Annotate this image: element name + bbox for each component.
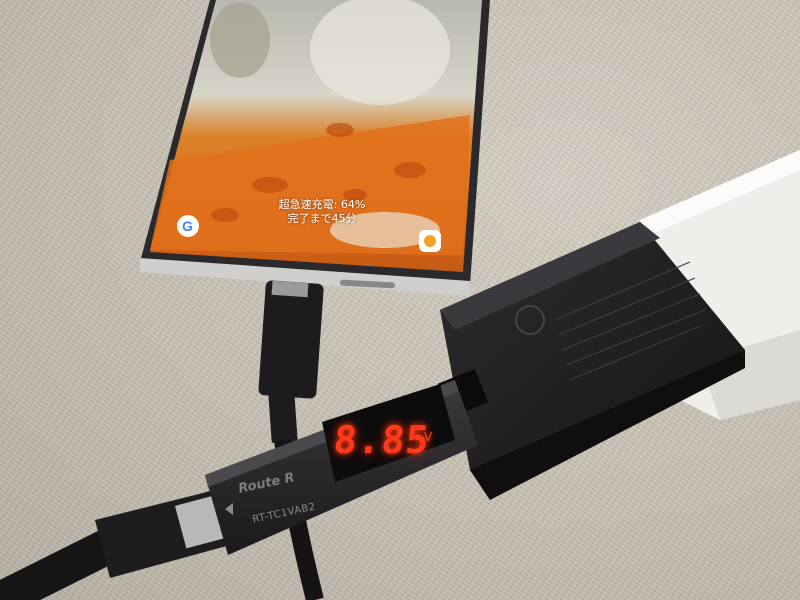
charging-remaining-label: 完了まで45分 <box>287 212 357 225</box>
smartphone: G <box>140 0 490 296</box>
photo-scene: G 超急速充電: 64% 完了まで45分 8.85 V Route R RT-T… <box>0 0 800 600</box>
meter-unit: V <box>424 430 433 444</box>
svg-text:G: G <box>182 218 193 234</box>
charging-status: 超急速充電: 64% 完了まで45分 <box>262 198 382 226</box>
meter-cable <box>0 490 230 600</box>
photo-illustration: G <box>0 0 800 600</box>
charging-percent-label: 超急速充電: 64% <box>278 198 366 211</box>
meter-reading: 8.85 <box>331 418 432 462</box>
usb-meter <box>205 380 478 555</box>
